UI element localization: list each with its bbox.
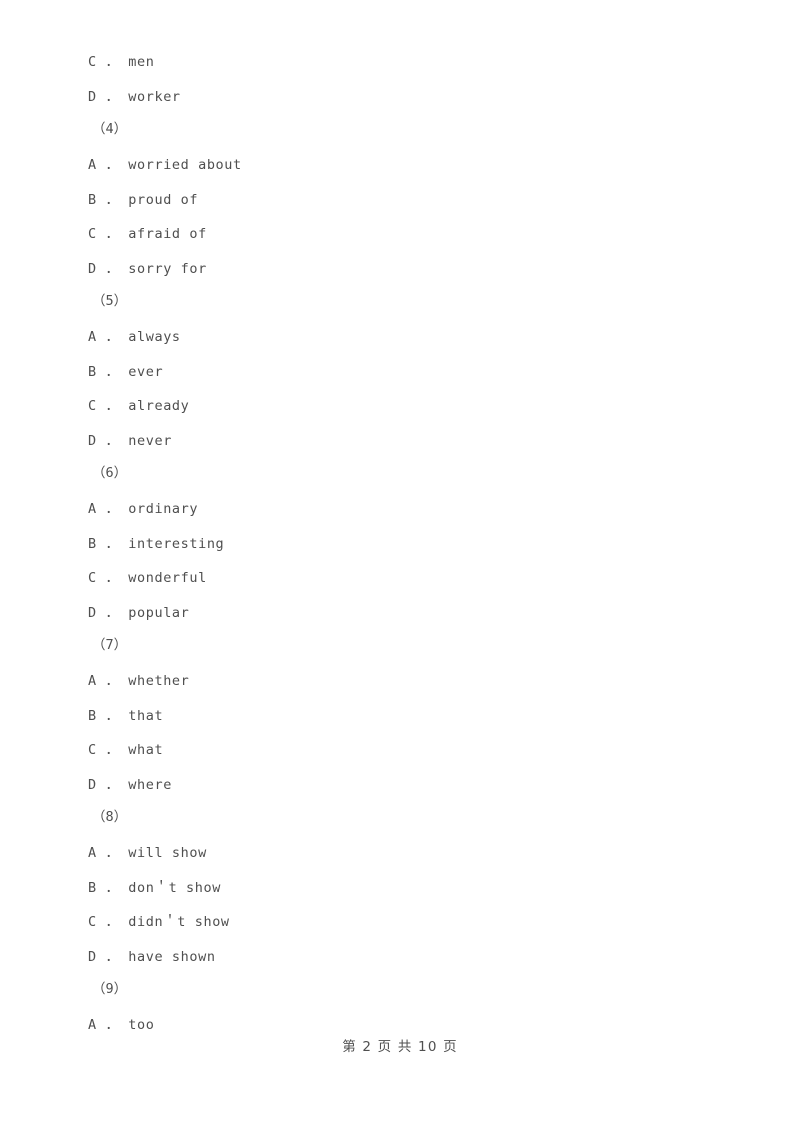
answer-option: C ． already bbox=[88, 398, 190, 414]
answer-option: D ． where bbox=[88, 777, 172, 793]
answer-option: A ． worried about bbox=[88, 157, 242, 173]
answer-option: A ． whether bbox=[88, 673, 190, 689]
answer-option: B ． that bbox=[88, 708, 164, 724]
answer-option: C ． men bbox=[88, 54, 155, 70]
question-number: （7） bbox=[92, 637, 128, 653]
answer-option: C ． wonderful bbox=[88, 570, 207, 586]
answer-option: D ． worker bbox=[88, 89, 181, 105]
answer-option: C ． didn＇t show bbox=[88, 914, 230, 930]
answer-option: C ． what bbox=[88, 742, 164, 758]
answer-option: D ． never bbox=[88, 433, 172, 449]
answer-option: B ． interesting bbox=[88, 536, 225, 552]
answer-option: A ． always bbox=[88, 329, 181, 345]
answer-option: B ． ever bbox=[88, 364, 164, 380]
page-footer: 第 2 页 共 10 页 bbox=[342, 1039, 458, 1055]
answer-option: D ． have shown bbox=[88, 949, 216, 965]
answer-option: C ． afraid of bbox=[88, 226, 207, 242]
answer-option: B ． proud of bbox=[88, 192, 199, 208]
question-number: （9） bbox=[92, 981, 128, 997]
document-page: C ． men D ． worker （4） A ． worried about B ．… bbox=[0, 0, 800, 1132]
answer-option: A ． too bbox=[88, 1017, 155, 1033]
answer-option: D ． sorry for bbox=[88, 261, 207, 277]
question-number: （6） bbox=[92, 465, 128, 481]
answer-option: D ． popular bbox=[88, 605, 190, 621]
question-number: （5） bbox=[92, 293, 128, 309]
answer-option: B ． don＇t show bbox=[88, 880, 221, 896]
question-number: （8） bbox=[92, 809, 128, 825]
answer-option: A ． ordinary bbox=[88, 501, 199, 517]
answer-option: A ． will show bbox=[88, 845, 207, 861]
question-number: （4） bbox=[92, 121, 128, 137]
